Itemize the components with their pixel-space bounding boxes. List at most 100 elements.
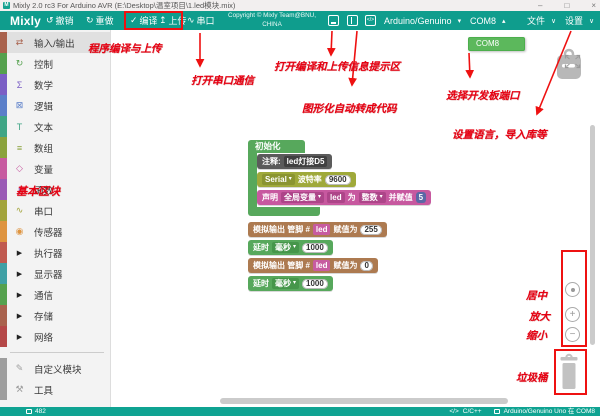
sidebar-item-数组[interactable]: ≡ 数组 bbox=[0, 137, 110, 158]
redo-button[interactable]: ↻ 重做 bbox=[86, 11, 114, 30]
block-analog-write-off[interactable]: 模拟输出 管脚 # led 赋值为 0 bbox=[248, 258, 378, 273]
chevron-down-icon: ▾ bbox=[318, 192, 321, 203]
type-dropdown[interactable]: 整数▾ bbox=[359, 192, 386, 203]
sidebar-item-执行器[interactable]: ▶ 执行器 bbox=[0, 242, 110, 263]
vertical-scrollbar[interactable] bbox=[590, 125, 595, 345]
upload-button[interactable]: ↥ 上传 bbox=[159, 11, 187, 30]
block-declare-variable[interactable]: 声明 全局变量▾ led 为 整数▾ 并赋值 5 bbox=[257, 190, 431, 205]
port-select[interactable]: COM8 ▴ bbox=[470, 11, 506, 30]
chevron-up-icon: ▴ bbox=[502, 17, 506, 25]
category-color-strip bbox=[0, 74, 7, 95]
block-comment[interactable]: 注释: led灯接D5 bbox=[257, 154, 332, 169]
sidebar-item-控制[interactable]: ↻ 控制 bbox=[0, 53, 110, 74]
block-setup[interactable]: 初始化 注释: led灯接D5 Serial▾ 波特率 9600 声明 全局变量… bbox=[248, 140, 431, 216]
category-color-strip bbox=[0, 326, 7, 347]
trash-icon[interactable] bbox=[559, 353, 579, 391]
category-color-strip bbox=[0, 263, 7, 284]
variable-name-chip[interactable]: led bbox=[327, 192, 345, 203]
maximize-button[interactable]: □ bbox=[564, 0, 569, 11]
value-block[interactable]: 5 bbox=[416, 192, 426, 203]
sidebar-item-显示器[interactable]: ▶ 显示器 bbox=[0, 263, 110, 284]
category-color-strip bbox=[0, 200, 7, 221]
sidebar-divider bbox=[10, 352, 104, 353]
comment-input[interactable]: led灯接D5 bbox=[284, 156, 328, 167]
sidebar-item-文本[interactable]: T 文本 bbox=[0, 116, 110, 137]
undo-button[interactable]: ↺ 撤销 bbox=[46, 11, 74, 30]
scope-dropdown[interactable]: 全局变量▾ bbox=[281, 192, 324, 203]
compile-button[interactable]: ✓ 编译 bbox=[130, 11, 158, 30]
category-label: 输入/输出 bbox=[34, 36, 75, 50]
code-view-icon[interactable]: </> bbox=[365, 15, 376, 26]
sidebar-item-通信[interactable]: ▶ 通信 bbox=[0, 284, 110, 305]
horizontal-scrollbar[interactable] bbox=[220, 398, 508, 404]
category-icon: ∿ bbox=[13, 205, 26, 216]
copyright-text: Copyright © Mixly Team@BNU,CHINA bbox=[222, 12, 322, 29]
serial-monitor-button[interactable]: ∿ 串口 bbox=[187, 11, 215, 30]
category-icon: ↻ bbox=[13, 58, 26, 69]
close-button[interactable]: × bbox=[591, 0, 596, 11]
sidebar-item-传感器[interactable]: ◉ 传感器 bbox=[0, 221, 110, 242]
redo-icon: ↻ bbox=[86, 15, 94, 26]
block-stack[interactable]: 模拟输出 管脚 # led 赋值为 255 延时 毫秒▾ 1000 模拟输出 管… bbox=[248, 222, 387, 291]
app-icon: M bbox=[3, 2, 10, 9]
sidebar-item-逻辑[interactable]: ⊠ 逻辑 bbox=[0, 95, 110, 116]
block-count: 482 bbox=[26, 407, 46, 416]
value-input[interactable]: 0 bbox=[360, 261, 372, 271]
settings-menu[interactable]: 设置 ∨ bbox=[565, 11, 594, 30]
delay-unit-dropdown[interactable]: 毫秒▾ bbox=[272, 242, 299, 253]
sidebar-item-数学[interactable]: Σ 数学 bbox=[0, 74, 110, 95]
split-view-icon[interactable] bbox=[347, 15, 358, 26]
mixly-logo: Mixly bbox=[10, 11, 41, 30]
delay-input[interactable]: 1000 bbox=[302, 279, 328, 289]
category-icon: ✎ bbox=[13, 363, 26, 374]
sidebar-item-串口[interactable]: ∿ 串口 bbox=[0, 200, 110, 221]
file-menu[interactable]: 文件 ∨ bbox=[527, 11, 556, 30]
sidebar-item-存储[interactable]: ▶ 存储 bbox=[0, 305, 110, 326]
category-color-strip bbox=[0, 284, 7, 305]
sidebar-item-输入/输出[interactable]: ⇄ 输入/输出 bbox=[0, 32, 110, 53]
sidebar-item-网络[interactable]: ▶ 网络 bbox=[0, 326, 110, 347]
sidebar-item-函数[interactable]: ƒ 函数 bbox=[0, 179, 110, 200]
center-blocks-button[interactable] bbox=[565, 282, 580, 297]
variable-block[interactable]: led bbox=[313, 260, 331, 271]
blockly-workspace[interactable]: 初始化 注释: led灯接D5 Serial▾ 波特率 9600 声明 全局变量… bbox=[112, 30, 600, 407]
serial-port-dropdown[interactable]: Serial▾ bbox=[262, 174, 295, 185]
category-icon: ⇄ bbox=[13, 37, 26, 48]
block-delay-2[interactable]: 延时 毫秒▾ 1000 bbox=[248, 276, 333, 291]
zoom-out-button[interactable]: − bbox=[565, 327, 580, 342]
sidebar-item-工具[interactable]: ⚒ 工具 bbox=[0, 379, 110, 400]
category-color-strip bbox=[0, 221, 7, 242]
board-select[interactable]: Arduino/Genuino ▾ bbox=[384, 11, 461, 30]
check-icon: ✓ bbox=[130, 15, 138, 26]
category-icon: ▶ bbox=[13, 291, 26, 299]
category-label: 逻辑 bbox=[34, 99, 53, 113]
category-label: 变量 bbox=[34, 162, 53, 176]
sidebar-item-变量[interactable]: ◇ 变量 bbox=[0, 158, 110, 179]
port-dropdown-option-com8[interactable]: COM8 bbox=[468, 37, 525, 51]
mixly-window: M Mixly 2.0 rc3 For Arduino AVR (E:\Desk… bbox=[0, 0, 600, 416]
console-panel-icon[interactable] bbox=[328, 15, 339, 26]
main-toolbar: Mixly ↺ 撤销 ↻ 重做 ✓ 编译 ↥ 上传 ∿ 串口 Copyright… bbox=[0, 11, 600, 30]
language-label: C/C++ bbox=[463, 407, 482, 416]
delay-input[interactable]: 1000 bbox=[302, 243, 328, 253]
block-delay-1[interactable]: 延时 毫秒▾ 1000 bbox=[248, 240, 333, 255]
block-serial-baud[interactable]: Serial▾ 波特率 9600 bbox=[257, 172, 356, 187]
value-input[interactable]: 255 bbox=[360, 225, 381, 235]
minimize-button[interactable]: – bbox=[538, 0, 542, 11]
baud-input[interactable]: 9600 bbox=[325, 175, 351, 185]
category-label: 存储 bbox=[34, 309, 53, 323]
category-icon: ▶ bbox=[13, 270, 26, 278]
expand-icon[interactable] bbox=[564, 54, 581, 69]
category-color-strip bbox=[0, 158, 7, 179]
category-label: 显示器 bbox=[34, 267, 63, 281]
variable-block[interactable]: led bbox=[313, 224, 331, 235]
category-sidebar: ⇄ 输入/输出 ↻ 控制 Σ 数学 ⊠ 逻辑 T 文本 ≡ 数组 ◇ 变量 bbox=[0, 30, 111, 407]
delay-unit-dropdown[interactable]: 毫秒▾ bbox=[272, 278, 299, 289]
sidebar-item-自定义模块[interactable]: ✎ 自定义模块 bbox=[0, 358, 110, 379]
block-analog-write-on[interactable]: 模拟输出 管脚 # led 赋值为 255 bbox=[248, 222, 387, 237]
chevron-icon: ∨ bbox=[589, 17, 594, 25]
zoom-in-button[interactable]: + bbox=[565, 307, 580, 322]
category-label: 通信 bbox=[34, 288, 53, 302]
title-bar: M Mixly 2.0 rc3 For Arduino AVR (E:\Desk… bbox=[0, 0, 600, 11]
category-label: 传感器 bbox=[34, 225, 63, 239]
